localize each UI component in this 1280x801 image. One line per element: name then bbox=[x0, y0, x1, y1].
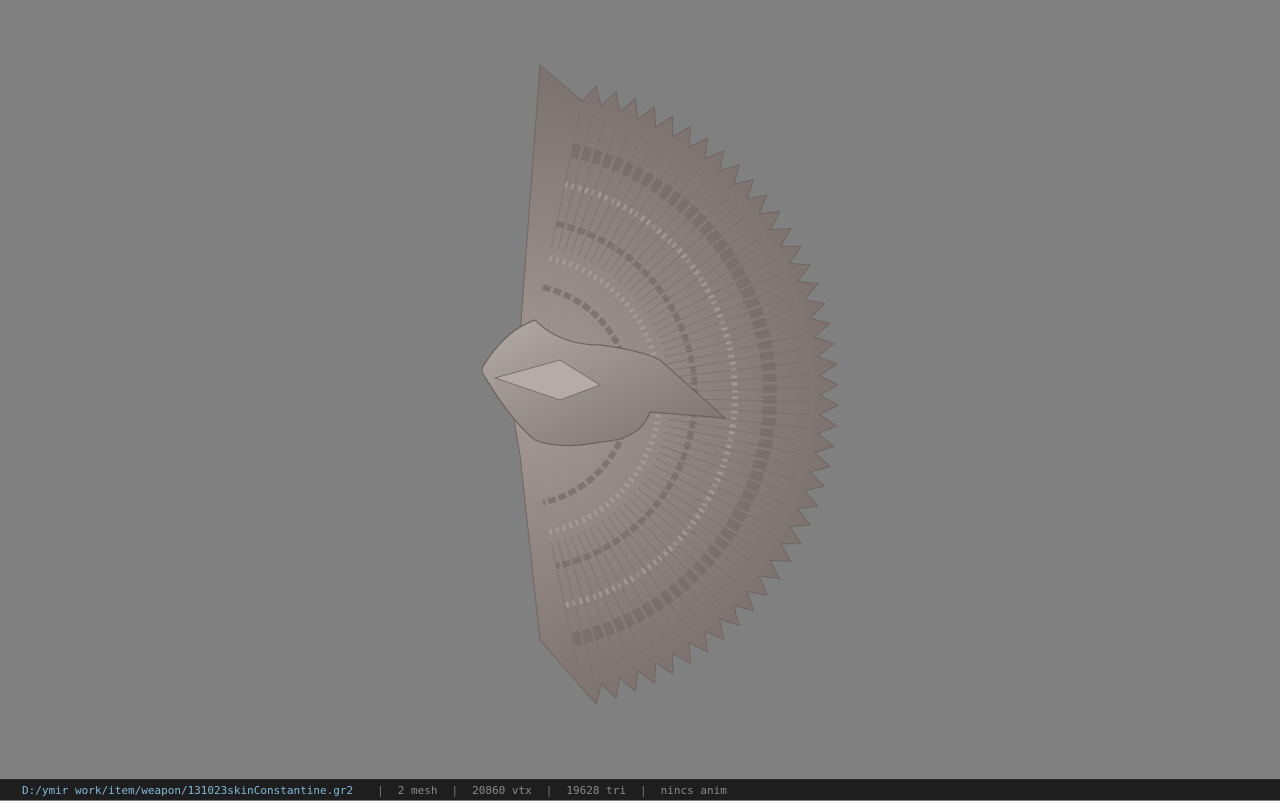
vertex-count: 20860 vtx bbox=[472, 783, 532, 797]
status-separator: | bbox=[377, 783, 384, 797]
animation-status: nincs anim bbox=[660, 783, 727, 797]
status-separator: | bbox=[545, 783, 553, 797]
status-separator: | bbox=[451, 783, 459, 797]
status-bar: D:/ymir work/item/weapon/131023skinConst… bbox=[0, 779, 1280, 800]
status-separator: | bbox=[639, 783, 647, 797]
mesh-count: 2 mesh bbox=[397, 783, 438, 797]
weapon-model-render[interactable] bbox=[0, 0, 1280, 779]
file-path: D:/ymir work/item/weapon/131023skinConst… bbox=[22, 783, 354, 797]
triangle-count: 19628 tri bbox=[566, 783, 626, 797]
3d-viewport[interactable] bbox=[0, 0, 1280, 779]
